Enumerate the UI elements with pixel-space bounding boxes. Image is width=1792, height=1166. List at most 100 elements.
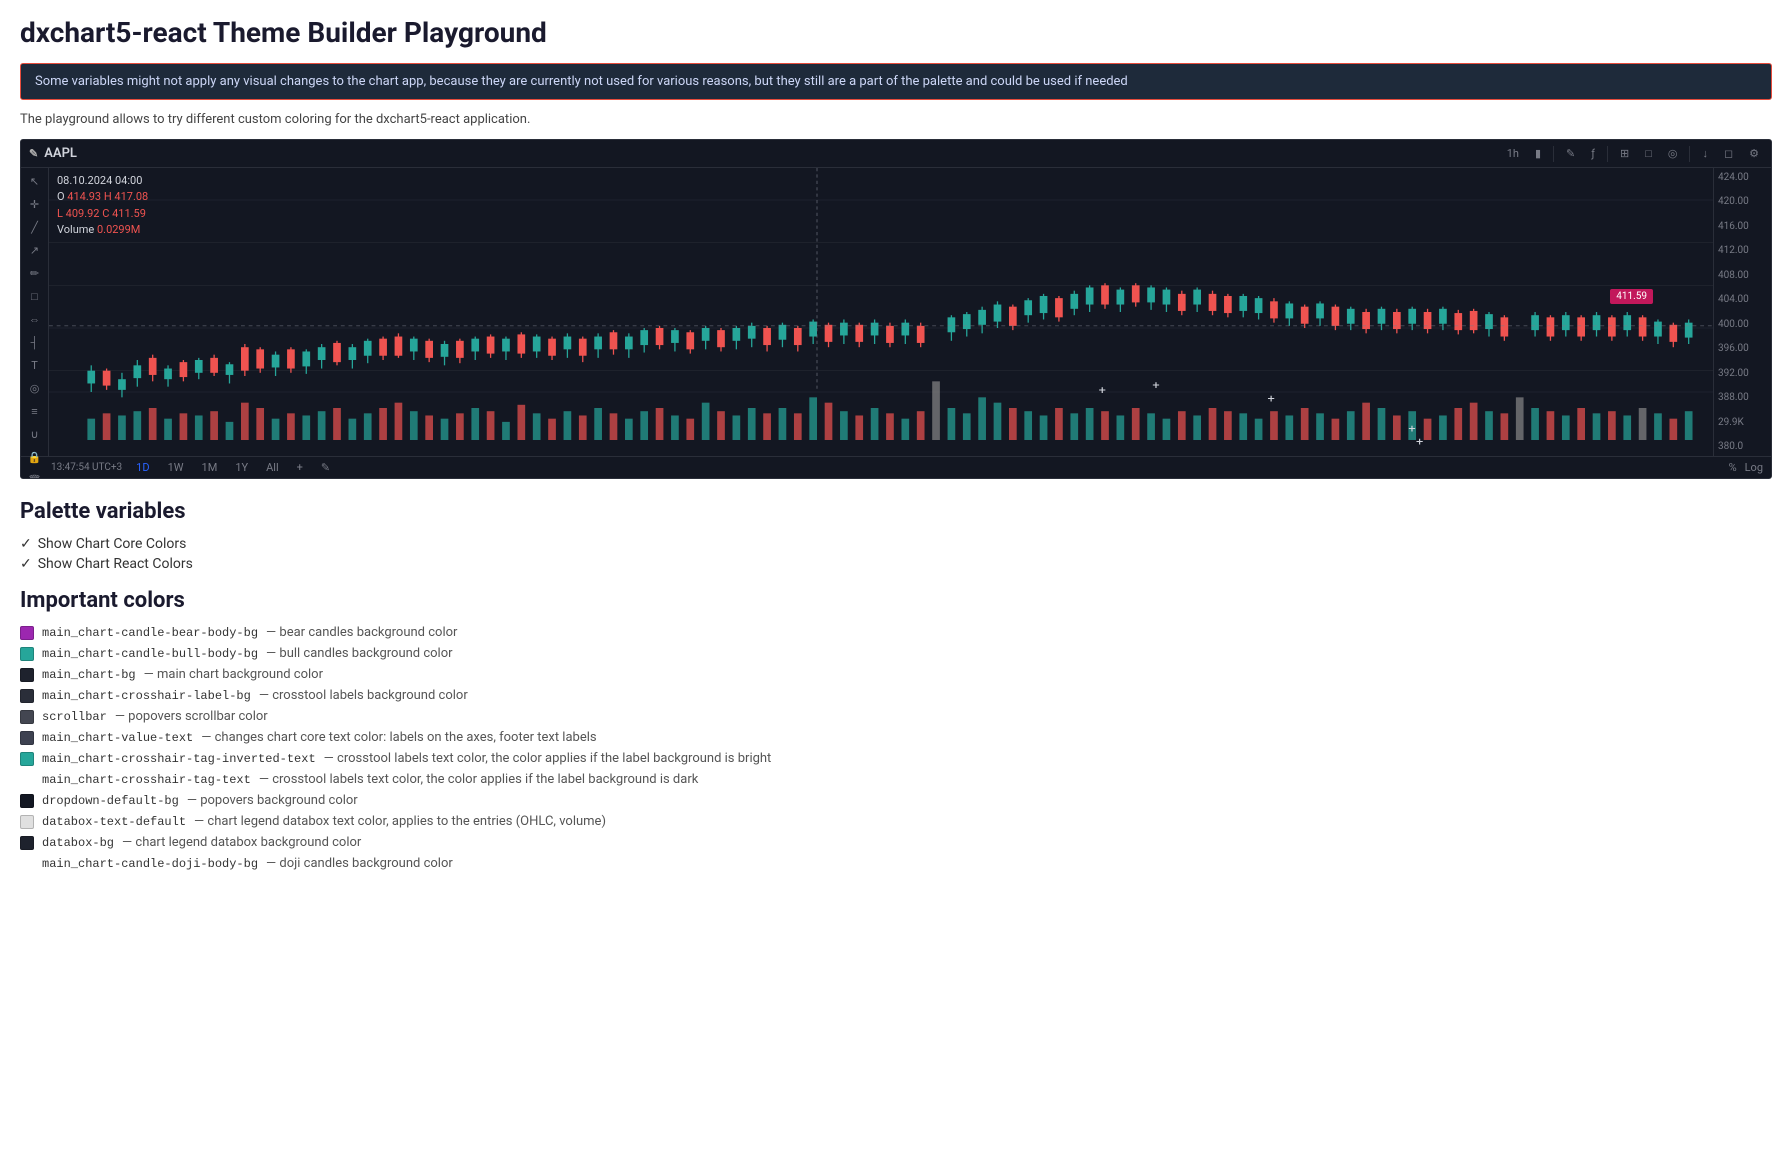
- color-swatch: [20, 815, 34, 829]
- react-colors-label: Show Chart React Colors: [38, 556, 193, 572]
- magnet-btn[interactable]: ∪: [25, 425, 45, 444]
- color-swatch: [20, 731, 34, 745]
- color-swatch: [20, 752, 34, 766]
- period-1y-btn[interactable]: 1Y: [231, 460, 252, 475]
- trend-line-btn[interactable]: ╱: [25, 218, 45, 237]
- chart-type-btn[interactable]: ▮: [1531, 145, 1545, 162]
- color-item: databox-text-default — chart legend datab…: [20, 814, 1772, 829]
- page-title: dxchart5-react Theme Builder Playground: [20, 16, 1772, 49]
- palette-section: Palette variables ✓ Show Chart Core Colo…: [20, 499, 1772, 572]
- chart-info-overlay: 08.10.2024 04:00 O 414.93 H 417.08 L 409…: [57, 174, 148, 239]
- color-description: — popovers scrollbar color: [115, 709, 268, 724]
- chart-o-label: O: [57, 190, 67, 203]
- period-1w-btn[interactable]: 1W: [164, 460, 188, 475]
- color-swatch: [20, 668, 34, 682]
- toolbar-separator-2: [1607, 146, 1608, 162]
- palette-checkboxes: ✓ Show Chart Core Colors ✓ Show Chart Re…: [20, 536, 1772, 572]
- ruler-btn[interactable]: ┤: [25, 333, 45, 352]
- color-variable-name: main_chart-crosshair-label-bg: [42, 689, 251, 703]
- color-item: scrollbar — popovers scrollbar color: [20, 709, 1772, 724]
- show-core-colors-checkbox[interactable]: ✓ Show Chart Core Colors: [20, 536, 1772, 552]
- color-description: — popovers background color: [187, 793, 358, 808]
- color-swatch: [20, 836, 34, 850]
- core-colors-label: Show Chart Core Colors: [38, 536, 187, 552]
- fibonacci-btn[interactable]: ◎: [25, 379, 45, 398]
- color-variable-name: scrollbar: [42, 710, 107, 724]
- layout-btn-2[interactable]: □: [1641, 145, 1656, 162]
- color-variable-name: main_chart-candle-bear-body-bg: [42, 626, 258, 640]
- draw-tool-btn[interactable]: ✎: [1562, 145, 1579, 162]
- color-item: main_chart-value-text— changes chart cor…: [20, 730, 1772, 745]
- indicator-btn[interactable]: ƒ: [1587, 145, 1599, 162]
- lock-btn[interactable]: 🔒: [25, 448, 45, 467]
- chart-toolbar-right: 1h ▮ ✎ ƒ ⊞ □ ◎ ↓ ◻ ⚙: [1503, 145, 1763, 162]
- color-description: — bull candles background color: [266, 646, 453, 661]
- toolbar-separator-1: [1553, 146, 1554, 162]
- chart-main-area[interactable]: 08.10.2024 04:00 O 414.93 H 417.08 L 409…: [49, 168, 1713, 456]
- timeframe-1h-btn[interactable]: 1h: [1503, 145, 1523, 162]
- log-btn[interactable]: Log: [1745, 461, 1763, 474]
- color-swatch: [20, 794, 34, 808]
- color-variable-name: main_chart-candle-doji-body-bg: [42, 857, 258, 871]
- svg-text:+: +: [1152, 379, 1160, 392]
- measure-btn[interactable]: ⇔: [25, 310, 45, 329]
- color-description: — crosstool labels text color, the color…: [324, 751, 772, 766]
- color-item: main_chart-bg — main chart background col…: [20, 667, 1772, 682]
- rect-btn[interactable]: □: [25, 287, 45, 306]
- period-edit-btn[interactable]: ✎: [317, 460, 334, 475]
- chart-symbol: ✎ AAPL: [29, 146, 77, 161]
- chart-left-toolbar: ↖ ✛ ╱ ↗ ✏ □ ⇔ ┤ T ◎ ≡ ∪ 🔒 🗑: [21, 168, 49, 456]
- text-btn[interactable]: T: [25, 356, 45, 375]
- svg-text:+: +: [1268, 393, 1276, 406]
- chart-date: 08.10.2024 04:00: [57, 174, 148, 187]
- color-item: main_chart-candle-doji-body-bg — doji can…: [20, 856, 1772, 871]
- layout-btn-3[interactable]: ◎: [1664, 145, 1682, 162]
- svg-text:+: +: [1416, 435, 1424, 448]
- cursor-btn[interactable]: ↖: [25, 172, 45, 191]
- svg-text:+: +: [1099, 384, 1107, 397]
- color-description: — chart legend databox text color, appli…: [194, 814, 606, 829]
- chart-lc: L 409.92 C 411.59: [57, 206, 148, 223]
- chart-c-label: C: [102, 207, 112, 220]
- color-item: dropdown-default-bg— popovers background…: [20, 793, 1772, 808]
- trash-btn[interactable]: 🗑: [25, 471, 45, 479]
- color-description: — bear candles background color: [266, 625, 457, 640]
- color-swatch: [20, 689, 34, 703]
- period-all-btn[interactable]: All: [262, 460, 283, 475]
- show-react-colors-checkbox[interactable]: ✓ Show Chart React Colors: [20, 556, 1772, 572]
- chart-cval: 411.59: [112, 207, 146, 220]
- arrow-btn[interactable]: ↗: [25, 241, 45, 260]
- screenshot-btn[interactable]: ◻: [1720, 145, 1737, 162]
- pct-btn[interactable]: %: [1729, 461, 1737, 474]
- period-add-btn[interactable]: +: [293, 460, 307, 475]
- chart-footer-right: % Log: [1729, 461, 1763, 474]
- chart-h-label: H: [104, 190, 115, 203]
- color-variable-name: main_chart-bg: [42, 668, 136, 682]
- download-btn[interactable]: ↓: [1698, 145, 1712, 162]
- important-colors-section: Important colors main_chart-candle-bear-…: [20, 588, 1772, 871]
- chart-lval: 409.92: [66, 207, 100, 220]
- color-description: — doji candles background color: [266, 856, 453, 871]
- brush-btn[interactable]: ✏: [25, 264, 45, 283]
- period-1m-btn[interactable]: 1M: [198, 460, 222, 475]
- color-variable-name: main_chart-crosshair-tag-text: [42, 773, 251, 787]
- current-price-tag: 411.59: [1610, 289, 1653, 304]
- core-check-mark: ✓: [20, 536, 32, 552]
- period-1d-btn[interactable]: 1D: [132, 460, 153, 475]
- price-scale-right: 424.00 420.00 416.00 412.00 408.00 404.0…: [1713, 168, 1771, 456]
- chart-ohlc: O 414.93 H 417.08: [57, 189, 148, 206]
- color-item: main_chart-crosshair-label-bg— crosstool…: [20, 688, 1772, 703]
- layout-btn-1[interactable]: ⊞: [1616, 145, 1633, 162]
- color-swatch: [20, 710, 34, 724]
- color-description: — main chart background color: [144, 667, 323, 682]
- color-variable-name: main_chart-crosshair-tag-inverted-text: [42, 752, 316, 766]
- color-variable-name: databox-text-default: [42, 815, 186, 829]
- settings-btn[interactable]: ⚙: [1745, 145, 1763, 162]
- chart-footer: 13:47:54 UTC+3 1D 1W 1M 1Y All + ✎ % Log: [21, 456, 1771, 478]
- volume-profile-btn[interactable]: ≡: [25, 402, 45, 421]
- crosshair-btn[interactable]: ✛: [25, 195, 45, 214]
- color-item: main_chart-crosshair-tag-text— crosstool…: [20, 772, 1772, 787]
- chart-time-info: 13:47:54 UTC+3: [51, 462, 122, 473]
- palette-section-title: Palette variables: [20, 499, 1772, 524]
- color-item: main_chart-crosshair-tag-inverted-text — …: [20, 751, 1772, 766]
